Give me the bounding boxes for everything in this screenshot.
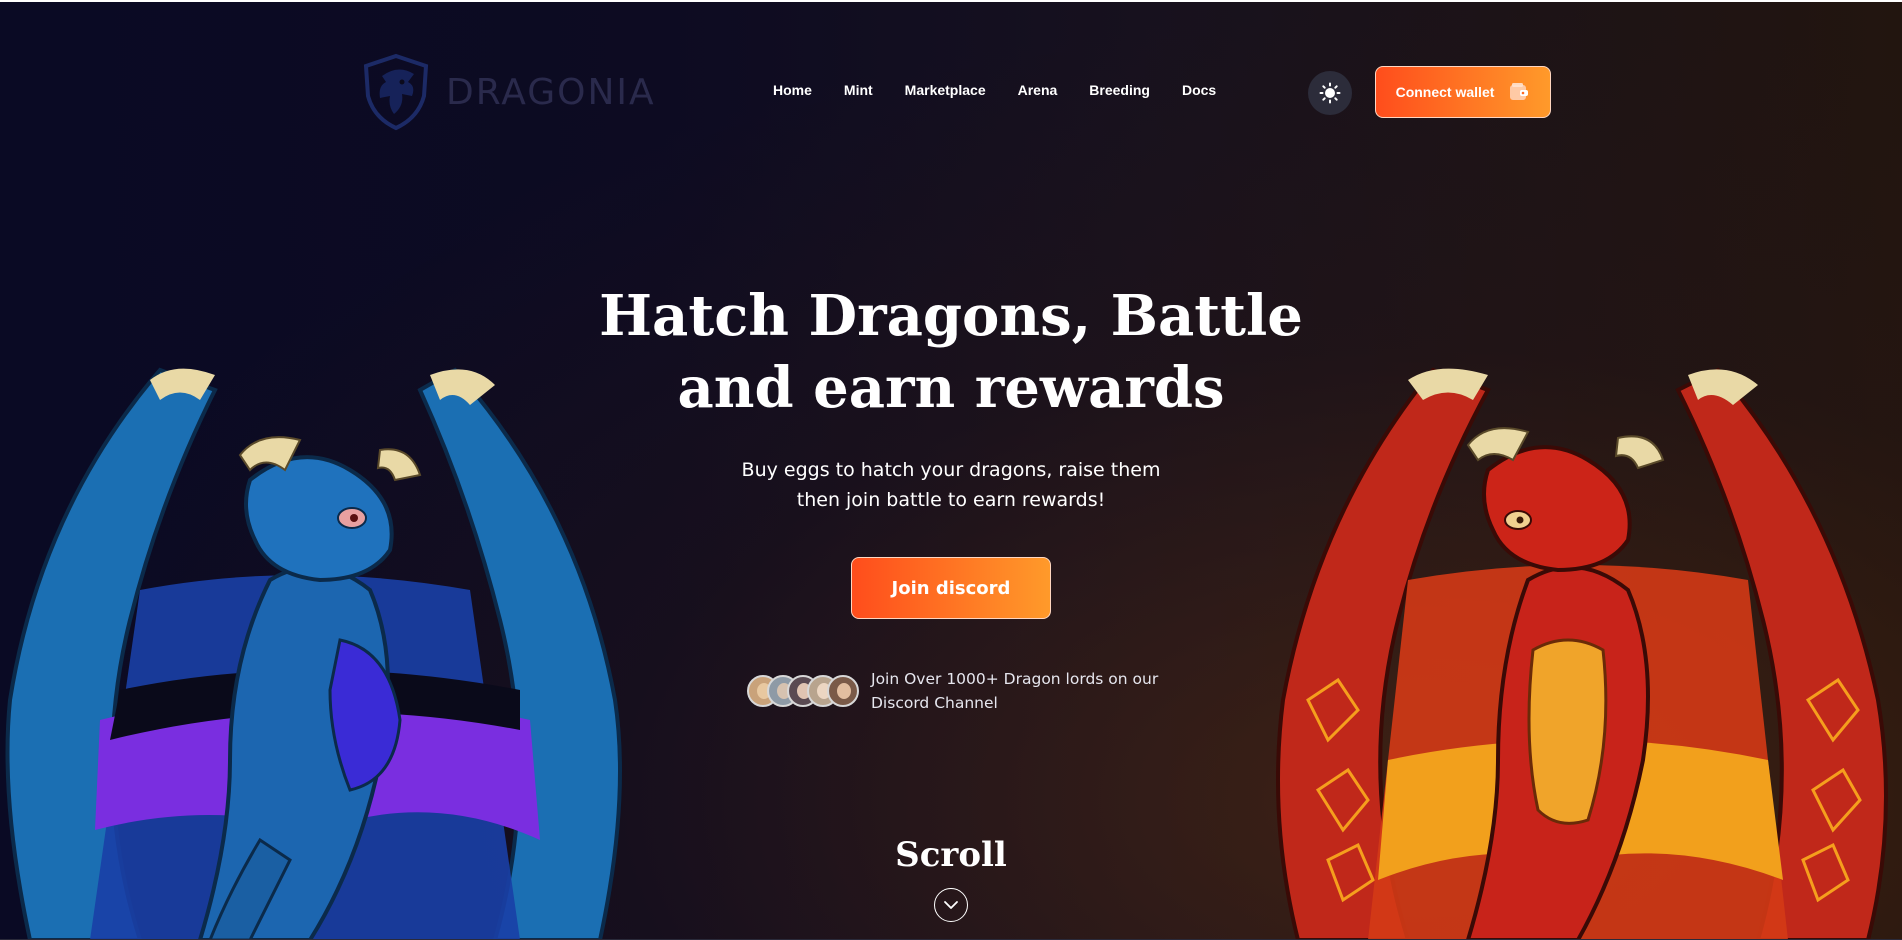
red-dragon-illustration (1276, 367, 1888, 940)
hero-title-line2: and earn rewards (677, 355, 1225, 421)
nav-item-breeding[interactable]: Breeding (1089, 82, 1150, 98)
hero-title-line1: Hatch Dragons, Battle (599, 283, 1303, 349)
brand-logo[interactable]: DRAGONIA (358, 50, 656, 134)
community-text-line2: Discord Channel (871, 694, 998, 712)
connect-wallet-label: Connect wallet (1395, 84, 1495, 100)
community-badge: Join Over 1000+ Dragon lords on our Disc… (747, 667, 1171, 715)
nav-item-mint[interactable]: Mint (844, 82, 873, 98)
nav-item-home[interactable]: Home (773, 82, 812, 98)
nav-item-docs[interactable]: Docs (1182, 82, 1216, 98)
chevron-down-icon (944, 901, 958, 909)
scroll-down-button[interactable] (934, 888, 968, 922)
wallet-icon (1510, 83, 1529, 100)
top-border (0, 0, 1902, 2)
landing-page: DRAGONIA Home Mint Marketplace Arena Bre… (0, 0, 1902, 940)
join-discord-button[interactable]: Join discord (851, 557, 1051, 619)
theme-toggle-button[interactable] (1308, 71, 1352, 115)
avatar (827, 675, 859, 707)
hero-subtitle-line2: then join battle to earn rewards! (796, 489, 1106, 511)
nav-item-arena[interactable]: Arena (1018, 82, 1058, 98)
community-text: Join Over 1000+ Dragon lords on our Disc… (871, 667, 1171, 715)
brand-name: DRAGONIA (446, 71, 656, 113)
scroll-label: Scroll (895, 835, 1007, 875)
sun-icon (1319, 82, 1341, 104)
nav-item-marketplace[interactable]: Marketplace (905, 82, 986, 98)
connect-wallet-button[interactable]: Connect wallet (1375, 66, 1551, 118)
main-nav: Home Mint Marketplace Arena Breeding Doc… (773, 82, 1216, 98)
hero-title: Hatch Dragons, Battle and earn rewards (551, 280, 1351, 424)
hero-subtitle-line1: Buy eggs to hatch your dragons, raise th… (741, 459, 1161, 481)
blue-dragon-illustration (5, 367, 622, 940)
dragon-head-shield-icon (363, 53, 429, 131)
hero-subtitle: Buy eggs to hatch your dragons, raise th… (701, 455, 1201, 515)
avatar-stack (747, 675, 859, 707)
community-text-line1: Join Over 1000+ Dragon lords on our (871, 670, 1159, 688)
